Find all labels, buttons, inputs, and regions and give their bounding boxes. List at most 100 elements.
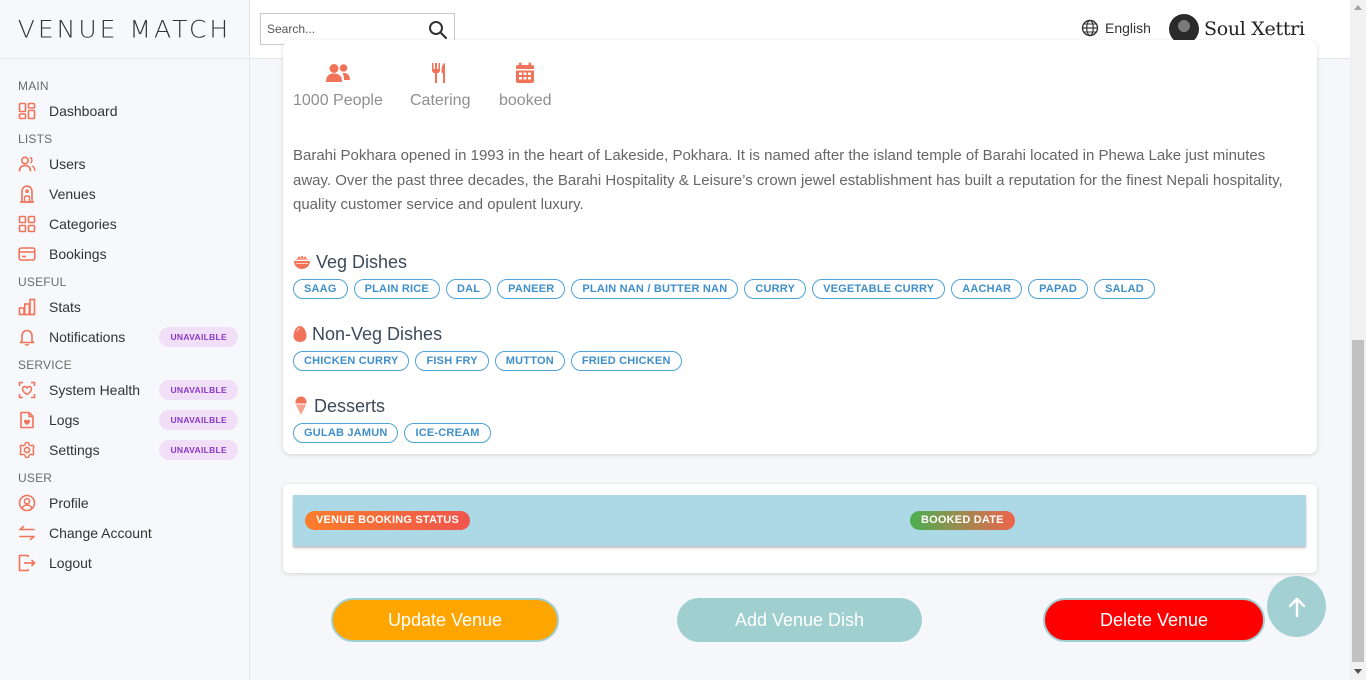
dish-chip[interactable]: FISH FRY — [415, 351, 489, 371]
swap-icon — [18, 524, 36, 542]
add-venue-dish-button[interactable]: Add Venue Dish — [677, 598, 922, 642]
dish-chip[interactable]: PANEER — [497, 279, 566, 299]
sidebar-item-label: Users — [49, 156, 86, 172]
cutlery-icon — [430, 62, 450, 84]
sidebar-item-label: Stats — [49, 299, 81, 315]
dish-chip[interactable]: PLAIN NAN / BUTTER NAN — [571, 279, 739, 299]
sidebar-item-label: Settings — [49, 442, 100, 458]
globe-icon — [1081, 19, 1099, 37]
sidebar-item-label: Categories — [49, 216, 117, 232]
users-icon — [18, 155, 36, 173]
dish-chip[interactable]: FRIED CHICKEN — [570, 351, 682, 371]
dish-chip[interactable]: PLAIN RICE — [353, 279, 440, 299]
sidebar-item-users[interactable]: Users — [0, 149, 249, 179]
feature-catering: Catering — [410, 62, 470, 110]
dish-group-title: Non-Veg Dishes — [293, 323, 688, 345]
icecream-icon — [293, 396, 309, 416]
dish-chip[interactable]: SALAD — [1094, 279, 1155, 299]
feature-capacity: 1000 People — [293, 62, 383, 110]
sidebar-item-logout[interactable]: Logout — [0, 548, 249, 578]
dish-chip[interactable]: GULAB JAMUN — [293, 423, 399, 443]
dish-chip[interactable]: PAPAD — [1028, 279, 1088, 299]
feature-catering-text: Catering — [410, 92, 471, 109]
sidebar-item-logs[interactable]: Logs UNAVAILBLE — [0, 405, 249, 435]
dish-group-desserts: Desserts GULAB JAMUN ICE-CREAM — [293, 395, 497, 443]
sidebar-item-notifications[interactable]: Notifications UNAVAILBLE — [0, 322, 249, 352]
sidebar-item-stats[interactable]: Stats — [0, 292, 249, 322]
stats-icon — [18, 298, 36, 316]
dish-chips-veg: SAAG PLAIN RICE DAL PANEER PLAIN NAN / BUTTE… — [293, 279, 1161, 299]
dish-chip[interactable]: VEGETABLE CURRY — [812, 279, 946, 299]
sidebar-item-label: Venues — [49, 186, 96, 202]
dish-chip[interactable]: SAAG — [293, 279, 348, 299]
venue-description: Barahi Pokhara opened in 1993 in the hea… — [293, 147, 1283, 213]
sidebar-item-label: Notifications — [49, 329, 126, 345]
dish-group-title: Veg Dishes — [293, 251, 1161, 273]
bookings-icon — [18, 245, 36, 263]
dish-chips-nonveg: CHICKEN CURRY FISH FRY MUTTON FRIED CHICKEN — [293, 351, 688, 371]
dashboard-icon — [18, 102, 36, 120]
gear-icon — [18, 441, 36, 459]
sidebar-section-service: SERVICE — [18, 358, 72, 372]
sidebar-item-label: Change Account — [49, 525, 152, 541]
unavailable-badge: UNAVAILBLE — [159, 327, 238, 347]
scrollbar-thumb[interactable] — [1352, 340, 1364, 662]
dish-group-label: Non-Veg Dishes — [312, 323, 443, 344]
sidebar-item-label: System Health — [49, 382, 141, 398]
dish-group-label: Desserts — [314, 395, 386, 416]
sidebar-item-profile[interactable]: Profile — [0, 488, 249, 518]
booking-status-bar: VENUE BOOKING STATUS BOOKED DATE — [293, 495, 1306, 546]
booked-date-badge: BOOKED DATE — [910, 511, 1015, 530]
sidebar-item-categories[interactable]: Categories — [0, 209, 249, 239]
dish-group-label: Veg Dishes — [316, 251, 408, 272]
dish-group-veg: Veg Dishes SAAG PLAIN RICE DAL PANEER PLAIN … — [293, 251, 1161, 299]
unavailable-badge: UNAVAILBLE — [159, 380, 238, 400]
sidebar-item-dashboard[interactable]: Dashboard — [0, 96, 249, 126]
dish-chip[interactable]: MUTTON — [494, 351, 565, 371]
venue-details-card: 1000 People Catering booked Barahi Pokha… — [283, 40, 1317, 454]
user-name: Soul Xettri — [1204, 18, 1305, 40]
logout-icon — [18, 554, 36, 572]
sidebar-item-system-health[interactable]: System Health UNAVAILBLE — [0, 375, 249, 405]
dish-chip[interactable]: CURRY — [744, 279, 807, 299]
feature-capacity-text: 1000 People — [293, 92, 383, 109]
language-label: English — [1105, 20, 1151, 36]
dish-chips-desserts: GULAB JAMUN ICE-CREAM — [293, 423, 497, 443]
logs-icon — [18, 411, 36, 429]
bell-icon — [18, 328, 36, 346]
calendar-icon — [515, 62, 535, 84]
categories-icon — [18, 215, 36, 233]
dish-chip[interactable]: DAL — [445, 279, 492, 299]
sidebar-section-lists: LISTS — [18, 132, 53, 146]
sidebar-item-settings[interactable]: Settings UNAVAILBLE — [0, 435, 249, 465]
delete-venue-button[interactable]: Delete Venue — [1043, 598, 1265, 642]
search-input[interactable] — [261, 22, 421, 36]
page-scrollbar[interactable] — [1350, 0, 1366, 680]
scroll-down-arrow[interactable] — [1354, 669, 1362, 674]
update-venue-button[interactable]: Update Venue — [331, 598, 559, 642]
unavailable-badge: UNAVAILBLE — [159, 440, 238, 460]
sidebar-section-useful: USEFUL — [18, 275, 67, 289]
sidebar-nav: MAIN Dashboard LISTS Users Venues Categories B… — [0, 59, 249, 578]
sidebar-item-venues[interactable]: Venues — [0, 179, 249, 209]
venue-icon — [18, 185, 36, 203]
people-icon — [325, 62, 351, 84]
scroll-up-arrow[interactable] — [1354, 5, 1362, 10]
sidebar-section-main: MAIN — [18, 79, 49, 93]
arrow-up-icon — [1288, 597, 1305, 617]
sidebar-item-bookings[interactable]: Bookings — [0, 239, 249, 269]
app-logo[interactable]: VENUE MATCH — [0, 0, 249, 59]
sidebar-item-label: Dashboard — [49, 103, 118, 119]
booking-status-badge: VENUE BOOKING STATUS — [305, 511, 470, 530]
feature-status-text: booked — [499, 92, 552, 109]
dish-chip[interactable]: ICE-CREAM — [404, 423, 491, 443]
sidebar-item-label: Profile — [49, 495, 89, 511]
scroll-to-top-button[interactable] — [1267, 576, 1326, 637]
sidebar-item-change-account[interactable]: Change Account — [0, 518, 249, 548]
dish-chip[interactable]: CHICKEN CURRY — [293, 351, 410, 371]
health-icon — [18, 381, 36, 399]
dish-chip[interactable]: AACHAR — [951, 279, 1023, 299]
feature-status: booked — [499, 62, 552, 110]
language-selector[interactable]: English — [1081, 19, 1151, 37]
sidebar-item-label: Bookings — [49, 246, 107, 262]
